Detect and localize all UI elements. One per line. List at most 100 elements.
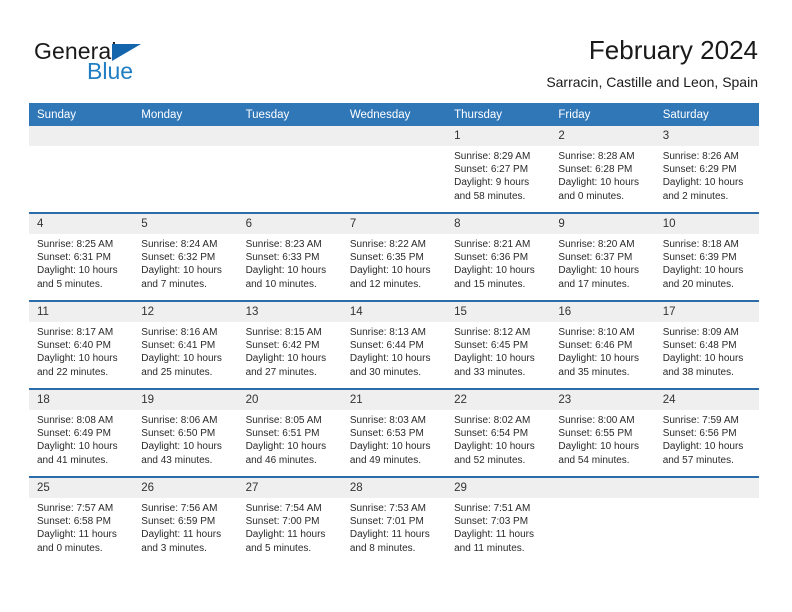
calendar-day-cell[interactable]: 12 Sunrise: 8:16 AM Sunset: 6:41 PM Dayligh… — [133, 300, 238, 389]
calendar-day-cell[interactable]: 3 Sunrise: 8:26 AM Sunset: 6:29 PM Daylight… — [654, 126, 759, 213]
page-title: February 2024 — [588, 35, 758, 65]
calendar-day-cell[interactable]: 19 Sunrise: 8:06 AM Sunset: 6:50 PM Dayligh… — [133, 388, 238, 477]
daylight-text-line2: and 10 minutes. — [245, 278, 317, 290]
sunset-text: Sunset: 6:48 PM — [662, 340, 737, 352]
sunset-text: Sunset: 6:59 PM — [141, 516, 216, 528]
day-details: Sunrise: 8:29 AM Sunset: 6:27 PM Daylight:… — [446, 146, 550, 203]
sunset-text: Sunset: 6:51 PM — [245, 428, 320, 440]
sunset-text: Sunset: 7:00 PM — [245, 516, 320, 528]
day-details: Sunrise: 8:18 AM Sunset: 6:39 PM Daylight:… — [655, 234, 759, 291]
calendar-day-cell[interactable]: 26 Sunrise: 7:56 AM Sunset: 6:59 PM Dayligh… — [133, 476, 238, 564]
day-number: 17 — [654, 302, 759, 322]
day-number: 26 — [133, 478, 238, 498]
weekday-header-sunday: Sunday — [29, 103, 134, 126]
day-details: Sunrise: 8:15 AM Sunset: 6:42 PM Daylight:… — [238, 322, 342, 379]
daylight-text-line2: and 22 minutes. — [37, 366, 109, 378]
day-details: Sunrise: 8:20 AM Sunset: 6:37 PM Daylight:… — [550, 234, 654, 291]
sunset-text: Sunset: 6:39 PM — [662, 252, 737, 264]
day-details: Sunrise: 8:03 AM Sunset: 6:53 PM Daylight:… — [342, 410, 446, 467]
sunrise-text: Sunrise: 7:59 AM — [662, 415, 739, 426]
calendar-day-cell[interactable]: 9 Sunrise: 8:20 AM Sunset: 6:37 PM Daylight… — [550, 212, 655, 301]
calendar-cell-empty — [550, 476, 655, 564]
sunrise-text: Sunrise: 8:00 AM — [558, 415, 635, 426]
daylight-text-line2: and 5 minutes. — [245, 542, 312, 554]
daylight-text-line2: and 12 minutes. — [349, 278, 422, 290]
calendar-day-cell[interactable]: 22 Sunrise: 8:02 AM Sunset: 6:54 PM Dayligh… — [446, 388, 551, 477]
sunset-text: Sunset: 6:27 PM — [454, 164, 529, 176]
day-details: Sunrise: 8:23 AM Sunset: 6:33 PM Daylight:… — [238, 234, 342, 291]
brand-logo[interactable]: General Blue — [34, 38, 274, 88]
day-number — [237, 126, 342, 146]
daylight-text-line1: Daylight: 11 hours — [454, 529, 534, 541]
daylight-text-line2: and 58 minutes. — [454, 190, 526, 202]
sunrise-text: Sunrise: 7:54 AM — [245, 503, 322, 514]
calendar-day-cell[interactable]: 23 Sunrise: 8:00 AM Sunset: 6:55 PM Dayligh… — [550, 388, 655, 477]
daylight-text-line2: and 7 minutes. — [141, 278, 207, 290]
calendar-day-cell[interactable]: 27 Sunrise: 7:54 AM Sunset: 7:00 PM Dayligh… — [237, 476, 342, 564]
daylight-text-line2: and 15 minutes. — [454, 278, 526, 290]
calendar-day-cell[interactable]: 1 Sunrise: 8:29 AM Sunset: 6:27 PM Daylight… — [446, 126, 551, 213]
daylight-text-line1: Daylight: 11 hours — [37, 529, 117, 541]
daylight-text-line1: Daylight: 10 hours — [245, 265, 327, 277]
sunset-text: Sunset: 6:53 PM — [349, 428, 424, 440]
sunrise-text: Sunrise: 8:16 AM — [141, 327, 218, 338]
calendar-day-cell[interactable]: 11 Sunrise: 8:17 AM Sunset: 6:40 PM Dayligh… — [29, 300, 134, 389]
sunset-text: Sunset: 6:42 PM — [245, 340, 320, 352]
sunset-text: Sunset: 7:01 PM — [349, 516, 424, 528]
sunrise-text: Sunrise: 8:18 AM — [662, 239, 739, 250]
day-number: 24 — [654, 390, 759, 410]
day-number: 11 — [29, 302, 134, 322]
daylight-text-line2: and 25 minutes. — [141, 366, 213, 378]
calendar-day-cell[interactable]: 28 Sunrise: 7:53 AM Sunset: 7:01 PM Dayligh… — [341, 476, 447, 564]
calendar-day-cell[interactable]: 25 Sunrise: 7:57 AM Sunset: 6:58 PM Dayligh… — [29, 476, 134, 564]
calendar-day-cell[interactable]: 29 Sunrise: 7:51 AM Sunset: 7:03 PM Dayligh… — [446, 476, 551, 564]
calendar-day-cell[interactable]: 7 Sunrise: 8:22 AM Sunset: 6:35 PM Daylight… — [341, 212, 447, 301]
calendar-day-cell[interactable]: 15 Sunrise: 8:12 AM Sunset: 6:45 PM Dayligh… — [446, 300, 551, 389]
calendar-day-cell[interactable]: 21 Sunrise: 8:03 AM Sunset: 6:53 PM Dayligh… — [341, 388, 447, 477]
daylight-text-line1: Daylight: 10 hours — [558, 265, 640, 277]
calendar-day-cell[interactable]: 17 Sunrise: 8:09 AM Sunset: 6:48 PM Dayligh… — [654, 300, 759, 389]
calendar-body: 1 Sunrise: 8:29 AM Sunset: 6:27 PM Daylight… — [29, 126, 759, 564]
calendar-day-cell[interactable]: 8 Sunrise: 8:21 AM Sunset: 6:36 PM Daylight… — [446, 212, 551, 301]
day-number: 5 — [133, 214, 238, 234]
calendar-day-cell[interactable]: 18 Sunrise: 8:08 AM Sunset: 6:49 PM Dayligh… — [29, 388, 134, 477]
day-number: 28 — [341, 478, 447, 498]
calendar-header-row: Sunday Monday Tuesday Wednesday Thursday… — [29, 103, 759, 126]
daylight-text-line2: and 54 minutes. — [558, 454, 630, 466]
daylight-text-line2: and 11 minutes. — [454, 542, 525, 554]
daylight-text-line1: Daylight: 10 hours — [37, 353, 118, 365]
sunrise-text: Sunrise: 8:29 AM — [454, 151, 531, 162]
daylight-text-line2: and 20 minutes. — [662, 278, 734, 290]
daylight-text-line2: and 0 minutes. — [37, 542, 103, 554]
calendar-day-cell[interactable]: 14 Sunrise: 8:13 AM Sunset: 6:44 PM Dayligh… — [341, 300, 447, 389]
calendar-day-cell[interactable]: 6 Sunrise: 8:23 AM Sunset: 6:33 PM Daylight… — [237, 212, 342, 301]
calendar-week-row: 11 Sunrise: 8:17 AM Sunset: 6:40 PM Dayligh… — [29, 300, 759, 389]
sunset-text: Sunset: 6:33 PM — [245, 252, 320, 264]
sunset-text: Sunset: 6:41 PM — [141, 340, 216, 352]
daylight-text-line1: Daylight: 10 hours — [558, 353, 640, 365]
calendar-day-cell[interactable]: 13 Sunrise: 8:15 AM Sunset: 6:42 PM Dayligh… — [237, 300, 342, 389]
day-details: Sunrise: 8:13 AM Sunset: 6:44 PM Daylight:… — [342, 322, 446, 379]
sunset-text: Sunset: 6:49 PM — [37, 428, 111, 440]
calendar-day-cell[interactable]: 4 Sunrise: 8:25 AM Sunset: 6:31 PM Daylight… — [29, 212, 134, 301]
sunset-text: Sunset: 7:03 PM — [454, 516, 529, 528]
sunrise-text: Sunrise: 8:02 AM — [454, 415, 531, 426]
brand-word-blue: Blue — [87, 58, 134, 84]
calendar-day-cell[interactable]: 24 Sunrise: 7:59 AM Sunset: 6:56 PM Dayligh… — [654, 388, 759, 477]
sunrise-text: Sunrise: 8:05 AM — [245, 415, 322, 426]
sunset-text: Sunset: 6:35 PM — [349, 252, 424, 264]
day-details: Sunrise: 8:10 AM Sunset: 6:46 PM Daylight:… — [550, 322, 654, 379]
daylight-text-line1: Daylight: 10 hours — [558, 177, 640, 189]
daylight-text-line1: Daylight: 10 hours — [349, 441, 431, 453]
daylight-text-line2: and 49 minutes. — [349, 454, 422, 466]
day-number: 18 — [29, 390, 134, 410]
calendar-day-cell[interactable]: 5 Sunrise: 8:24 AM Sunset: 6:32 PM Daylight… — [133, 212, 238, 301]
weekday-header-friday: Friday — [550, 103, 655, 126]
calendar-day-cell[interactable]: 16 Sunrise: 8:10 AM Sunset: 6:46 PM Dayligh… — [550, 300, 655, 389]
daylight-text-line2: and 33 minutes. — [454, 366, 526, 378]
calendar-day-cell[interactable]: 10 Sunrise: 8:18 AM Sunset: 6:39 PM Dayligh… — [654, 212, 759, 301]
calendar-day-cell[interactable]: 20 Sunrise: 8:05 AM Sunset: 6:51 PM Dayligh… — [237, 388, 342, 477]
day-details: Sunrise: 8:25 AM Sunset: 6:31 PM Daylight:… — [29, 234, 133, 291]
calendar-day-cell[interactable]: 2 Sunrise: 8:28 AM Sunset: 6:28 PM Daylight… — [550, 126, 655, 213]
day-number: 19 — [133, 390, 238, 410]
